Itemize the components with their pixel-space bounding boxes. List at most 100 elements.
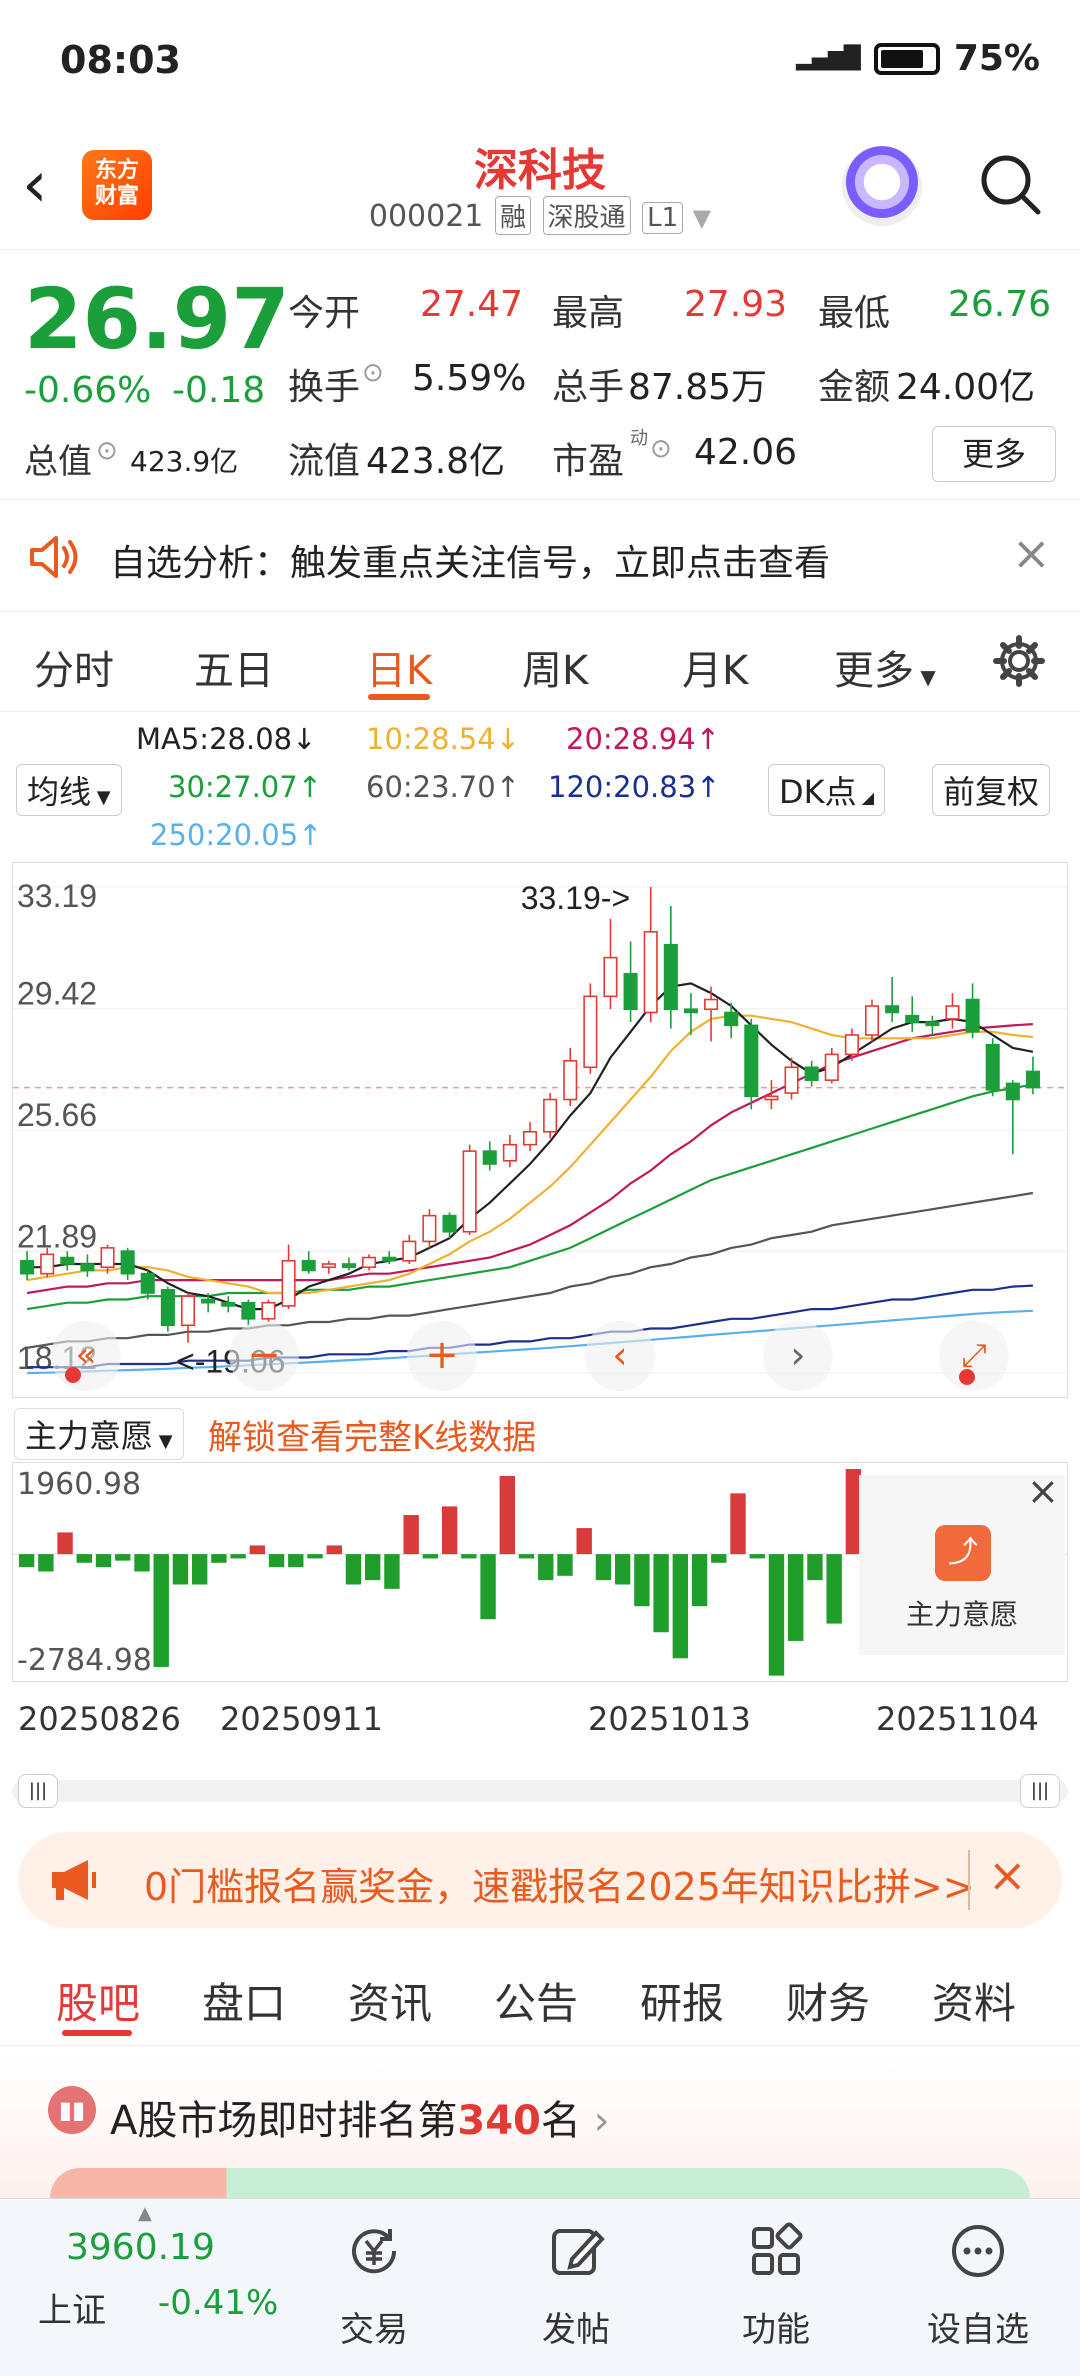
tab-five-day[interactable]: 五日 [194, 638, 274, 696]
signal-icon: ▂▄▆█ [796, 46, 861, 71]
candle [341, 1257, 356, 1271]
rank-suffix: 名 [540, 2098, 581, 2144]
close-icon[interactable]: × [1012, 526, 1051, 580]
close-icon[interactable]: × [988, 1848, 1027, 1902]
candle-body [623, 972, 638, 1011]
candle-body [643, 931, 658, 1014]
stock-header: ‹ 东方 财富 深科技 000021 融 深股通 L1 ▼ [0, 120, 1080, 250]
candle [643, 887, 658, 1023]
info-icon[interactable]: ⊙ [650, 434, 672, 464]
tab-weekly-k[interactable]: 周K [522, 638, 588, 696]
candle-body [20, 1259, 35, 1275]
tab-pankou[interactable]: 盘口 [202, 1970, 286, 2031]
tab-news[interactable]: 资讯 [348, 1970, 432, 2031]
rank-card[interactable]: ▮▮ A股市场即时排名第340名 › [0, 2048, 1080, 2198]
indicator-selector[interactable]: 主力意愿 ▼ [14, 1408, 184, 1460]
promo-banner[interactable]: 0门槛报名赢奖金，速戳报名2025年知识比拼>> × [18, 1832, 1062, 1928]
unlock-link[interactable]: 解锁查看完整K线数据 [208, 1410, 536, 1459]
tab-intraday[interactable]: 分时 [34, 638, 114, 696]
index-ticker[interactable]: ▲ 3960.19 上证 -0.41% [30, 2199, 278, 2376]
more-button[interactable]: 更多 [932, 426, 1056, 482]
candle-body [1005, 1082, 1020, 1101]
tab-announcements[interactable]: 公告 [494, 1970, 578, 2031]
candle [563, 1047, 578, 1106]
tab-guba[interactable]: 股吧 [56, 1970, 140, 2031]
open-label: 今开 [288, 293, 361, 334]
indicator-selector-label: 主力意愿 [25, 1417, 154, 1455]
dk-point-label: DK点 [779, 773, 857, 811]
kline-tabs: 分时 五日 日K 周K 月K 更多 ▼ [0, 612, 1080, 712]
zoom-out-icon[interactable]: − [229, 1321, 299, 1391]
nav-post[interactable]: 发帖 [496, 2221, 656, 2351]
high-price-label: 33.19-> [521, 880, 630, 916]
flow-bar [595, 1554, 612, 1581]
ma-selector[interactable]: 均线 ▼ [16, 764, 122, 816]
nav-add-watchlist[interactable]: 设自选 [898, 2221, 1058, 2351]
candle [623, 941, 638, 1023]
flow-lock-overlay[interactable]: × ⤴ 主力意愿 [859, 1469, 1065, 1655]
candle-body [100, 1247, 115, 1269]
scroll-left-icon[interactable]: ‹ [585, 1321, 655, 1391]
flow-bar [826, 1554, 842, 1624]
notice-text: 自选分析：触发重点关注信号，立即点击查看 [110, 543, 831, 584]
close-icon[interactable]: × [1027, 1469, 1059, 1513]
tab-daily-k[interactable]: 日K [366, 638, 432, 696]
tab-monthly-k[interactable]: 月K [682, 638, 748, 696]
candle [1005, 1080, 1020, 1155]
volume-label: 总手 [552, 367, 625, 408]
flow-bar [461, 1554, 477, 1559]
x-axis-label: 20251104 [876, 1700, 1039, 1738]
chevron-right-icon: › [593, 2098, 610, 2144]
gear-icon[interactable] [992, 634, 1046, 688]
nav-trade[interactable]: 交易 [294, 2221, 454, 2351]
flow-lock-label: 主力意愿 [905, 1598, 1018, 1631]
flow-bar [634, 1554, 650, 1607]
tab-profile[interactable]: 资料 [932, 1970, 1016, 2031]
tab-finance[interactable]: 财务 [786, 1970, 870, 2031]
zoom-in-icon[interactable]: + [407, 1321, 477, 1391]
chart-scrollbar[interactable]: ||| ||| [12, 1774, 1068, 1808]
candle [864, 999, 880, 1042]
pe-value: 42.06 [694, 432, 798, 473]
tab-more[interactable]: 更多 ▼ [834, 638, 936, 696]
kline-chart[interactable]: 33.1929.4225.6621.8918.12 33.19-><-19.06… [12, 862, 1068, 1398]
candle-body [925, 1021, 940, 1027]
info-icon[interactable]: ⊙ [362, 358, 384, 388]
scroll-handle-left[interactable]: ||| [18, 1774, 58, 1808]
info-icon[interactable]: ⊙ [96, 436, 118, 466]
adjust-selector[interactable]: 前复权 [932, 764, 1051, 816]
tab-research[interactable]: 研报 [640, 1970, 724, 2031]
flow-bar [191, 1554, 208, 1585]
ma20-label: 20:28.94↑ [566, 722, 720, 756]
scroll-handle-right[interactable]: ||| [1020, 1774, 1060, 1808]
y-tick-label: 29.42 [17, 976, 97, 1012]
candle-body [683, 1008, 698, 1014]
analysis-notice[interactable]: 自选分析：触发重点关注信号，立即点击查看 × [0, 500, 1080, 612]
candle-body [764, 1095, 779, 1101]
candle [402, 1234, 417, 1264]
flow-bar [115, 1554, 131, 1561]
assistant-robot-icon[interactable] [842, 146, 922, 226]
promo-text: 0门槛报名赢奖金，速戳报名2025年知识比拼>> [144, 1865, 975, 1909]
nav-functions[interactable]: 功能 [696, 2221, 856, 2351]
candle [1025, 1056, 1040, 1095]
candle-body [563, 1060, 578, 1101]
main-force-chart[interactable]: 1960.98 -2784.98 × ⤴ 主力意愿 [12, 1462, 1068, 1682]
search-icon[interactable] [976, 150, 1044, 218]
candle-body [482, 1150, 497, 1165]
flow-bar [788, 1554, 804, 1641]
candle-body [543, 1098, 558, 1133]
ma-selector-label: 均线 [27, 773, 92, 811]
candle-body [120, 1250, 135, 1275]
flow-bar [403, 1515, 419, 1555]
tag-margin: 融 [494, 196, 531, 235]
candle-body [885, 1005, 900, 1014]
dk-point-selector[interactable]: DK点 ◢ [768, 764, 886, 816]
flow-bar [95, 1554, 112, 1568]
double-left-icon[interactable]: « [51, 1321, 121, 1391]
candle-body [442, 1214, 457, 1233]
triangle-down-icon[interactable]: ▼ [693, 204, 711, 232]
rank-text: A股市场即时排名第340名 › [110, 2088, 610, 2146]
scroll-right-icon[interactable]: › [763, 1321, 833, 1391]
kline-svg: 33.1929.4225.6621.8918.12 33.19-><-19.06 [13, 878, 1067, 1380]
